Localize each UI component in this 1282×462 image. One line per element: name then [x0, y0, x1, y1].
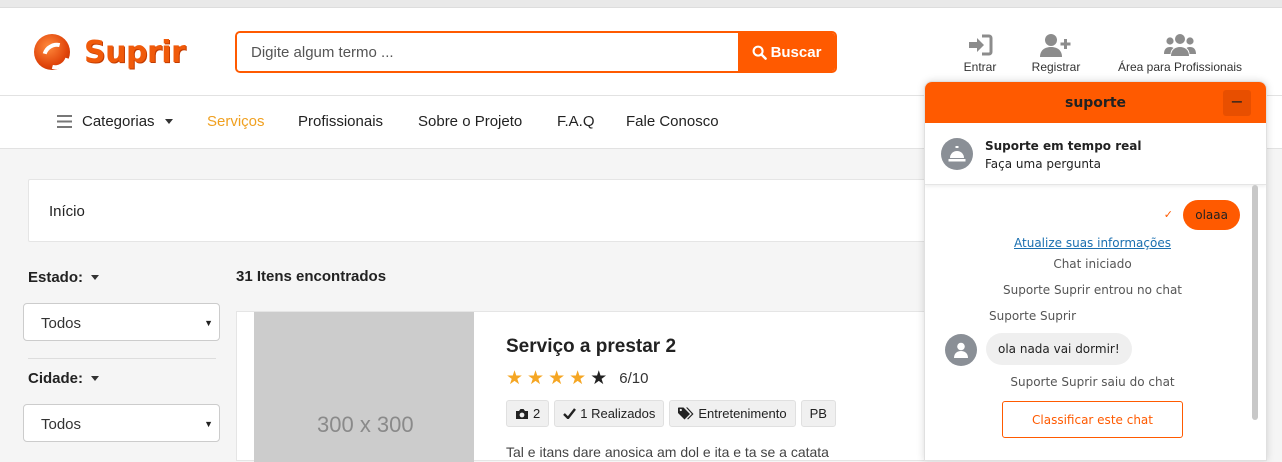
select-arrow-icon: ▼: [204, 419, 213, 429]
chat-agent-subtitle: Faça uma pergunta: [985, 157, 1101, 171]
estado-select-value: Todos: [41, 315, 82, 332]
search-button[interactable]: Buscar: [738, 33, 835, 71]
category-text: Entretenimento: [698, 406, 787, 421]
register-label: Registrar: [1031, 60, 1081, 74]
nav-profissionais[interactable]: Profissionais: [298, 113, 383, 130]
rating-stars: ★ ★ ★ ★ ★ 6/10: [506, 369, 648, 388]
select-arrow-icon: ▼: [204, 318, 213, 328]
chevron-down-icon: [164, 119, 173, 124]
cidade-filter-toggle[interactable]: Cidade:: [28, 370, 100, 387]
search-bar: Buscar: [235, 31, 837, 73]
agent-message: ola nada vai dormir!: [986, 333, 1132, 365]
thumbnail-placeholder-text: 300 x 300: [317, 412, 414, 437]
search-button-label: Buscar: [770, 43, 822, 61]
register-link[interactable]: Registrar: [1028, 32, 1084, 74]
user-plus-icon: [1040, 34, 1071, 57]
message-author: Suporte Suprir: [989, 309, 1077, 323]
star-icon: ★: [590, 368, 608, 389]
concierge-bell-icon: [948, 146, 966, 162]
chat-agent-title: Suporte em tempo real: [985, 139, 1142, 153]
breadcrumb-home[interactable]: Início: [49, 203, 85, 220]
service-title[interactable]: Serviço a prestar 2: [506, 336, 676, 358]
estado-label: Estado:: [28, 269, 84, 286]
avatar: [945, 334, 977, 366]
logo-icon: [34, 34, 70, 70]
check-icon: [563, 408, 577, 419]
browser-top-strip: [0, 0, 1282, 8]
results-count: 31 Itens encontrados: [236, 268, 387, 285]
nav-fale-conosco[interactable]: Fale Conosco: [626, 113, 719, 130]
rating-value: 6/10: [619, 370, 649, 387]
visitor-message: olaaa: [1183, 200, 1240, 230]
cidade-select[interactable]: Todos ▼: [23, 404, 220, 442]
sign-in-icon: [969, 34, 993, 56]
chat-title: suporte: [1064, 95, 1127, 111]
star-icon: ★: [527, 368, 545, 389]
star-icon: ★: [569, 368, 587, 389]
update-info-link[interactable]: Atualize suas informações: [925, 236, 1260, 250]
system-message: Suporte Suprir saiu do chat: [1010, 375, 1175, 389]
site-logo[interactable]: Suprir: [34, 34, 186, 70]
cidade-label: Cidade:: [28, 370, 84, 387]
service-card[interactable]: 300 x 300 Serviço a prestar 2 ★ ★ ★ ★ ★ …: [236, 311, 936, 462]
chevron-down-icon: [91, 376, 100, 381]
service-description: Tal e itans dare anosica am dol e ita e …: [506, 444, 829, 460]
filter-divider: [28, 358, 216, 359]
users-icon: [1164, 34, 1196, 56]
user-icon: [954, 342, 968, 358]
category-tag: Entretenimento: [669, 400, 796, 427]
rate-chat-button[interactable]: Classificar este chat: [1002, 401, 1183, 438]
photos-tag: 2: [506, 400, 550, 427]
search-input[interactable]: [237, 33, 738, 71]
nav-faq[interactable]: F.A.Q: [557, 113, 595, 130]
state-tag: PB: [800, 400, 836, 427]
estado-filter-toggle[interactable]: Estado:: [28, 269, 100, 286]
photos-count: 2: [533, 406, 541, 421]
cidade-select-value: Todos: [41, 416, 82, 433]
check-icon: ✓: [1163, 208, 1173, 221]
login-label: Entrar: [963, 60, 997, 74]
tags-icon: [678, 407, 694, 420]
system-message: Chat iniciado: [1053, 257, 1132, 271]
realizados-tag: 1 Realizados: [554, 400, 665, 427]
nav-categorias-label: Categorias: [82, 113, 155, 130]
support-chat-widget: suporte − Suporte em tempo real Faça uma…: [924, 81, 1267, 461]
star-icon: ★: [506, 368, 524, 389]
camera-icon: [516, 408, 528, 419]
hamburger-icon: [57, 115, 72, 128]
login-link[interactable]: Entrar: [958, 32, 1002, 74]
service-tags: 2 1 Realizados Entretenimento PB: [506, 400, 836, 427]
nav-categorias[interactable]: Categorias: [57, 113, 173, 130]
chevron-down-icon: [91, 275, 100, 280]
nav-servicos[interactable]: Serviços: [207, 113, 265, 130]
chat-agent-info: Suporte em tempo real Faça uma pergunta: [925, 123, 1266, 185]
search-icon: [752, 45, 767, 60]
realizados-text: 1 Realizados: [580, 406, 656, 421]
service-thumbnail[interactable]: 300 x 300: [254, 312, 474, 462]
logo-text: Suprir: [84, 34, 186, 70]
avatar: [941, 138, 973, 170]
estado-select[interactable]: Todos ▼: [23, 303, 220, 341]
system-message: Suporte Suprir entrou no chat: [1002, 283, 1183, 297]
star-icon: ★: [548, 368, 566, 389]
chat-header[interactable]: suporte −: [925, 82, 1266, 123]
professionals-area-label: Área para Profissionais: [1117, 60, 1243, 74]
nav-sobre-o-projeto[interactable]: Sobre o Projeto: [418, 113, 522, 130]
minimize-button[interactable]: −: [1223, 90, 1251, 116]
professionals-area-link[interactable]: Área para Profissionais: [1113, 32, 1247, 74]
